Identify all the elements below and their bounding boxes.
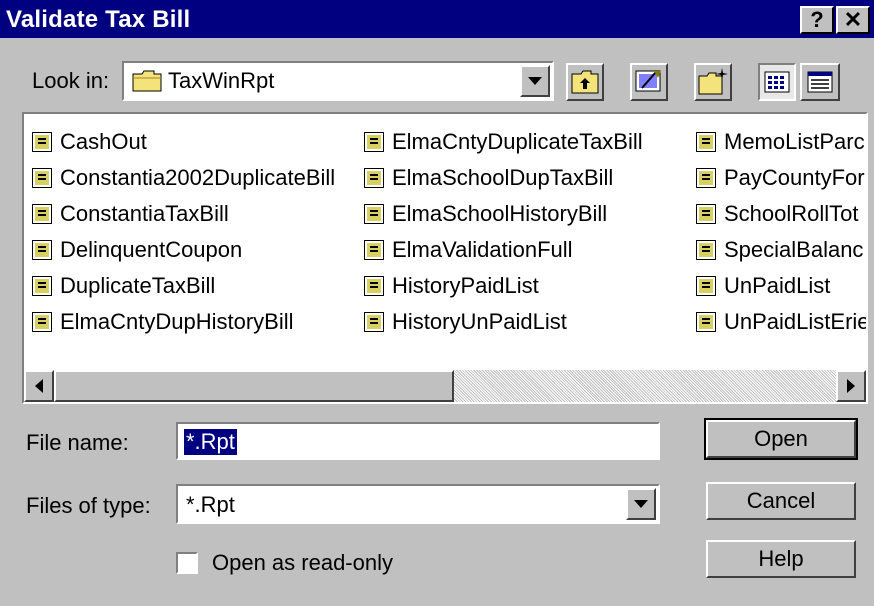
report-file-icon: [696, 240, 716, 260]
list-item[interactable]: ElmaValidationFull: [364, 232, 643, 268]
desktop-button[interactable]: [630, 63, 668, 101]
report-file-icon: [32, 132, 52, 152]
new-folder-button[interactable]: [694, 63, 732, 101]
read-only-label: Open as read-only: [212, 550, 393, 575]
read-only-checkbox[interactable]: [176, 552, 198, 574]
list-item[interactable]: SpecialBalanc: [696, 232, 866, 268]
file-column-3: MemoListParc PayCountyFor SchoolRollTot …: [696, 124, 866, 340]
list-item[interactable]: ElmaSchoolDupTaxBill: [364, 160, 643, 196]
report-file-icon: [696, 204, 716, 224]
horizontal-scrollbar[interactable]: [24, 370, 866, 402]
up-one-level-button[interactable]: [566, 63, 604, 101]
report-file-icon: [364, 240, 384, 260]
open-button[interactable]: Open: [704, 418, 858, 460]
scroll-thumb[interactable]: [54, 370, 454, 402]
list-item[interactable]: Constantia2002DuplicateBill: [32, 160, 335, 196]
help-title-button[interactable]: ?: [800, 6, 834, 34]
report-file-icon: [32, 240, 52, 260]
report-file-icon: [32, 204, 52, 224]
scroll-right-button[interactable]: [836, 370, 866, 402]
look-in-label: Look in:: [32, 68, 110, 93]
open-button-label: Open: [754, 426, 808, 451]
list-item[interactable]: UnPaidList: [696, 268, 866, 304]
list-item[interactable]: SchoolRollTot: [696, 196, 866, 232]
list-item[interactable]: HistoryPaidList: [364, 268, 643, 304]
report-file-icon: [696, 132, 716, 152]
details-view-button[interactable]: [800, 63, 840, 101]
list-item[interactable]: ElmaSchoolHistoryBill: [364, 196, 643, 232]
list-item[interactable]: CashOut: [32, 124, 335, 160]
files-of-type-value: *.Rpt: [186, 492, 235, 517]
files-of-type-label: Files of type:: [26, 493, 151, 518]
report-file-icon: [364, 276, 384, 296]
list-item[interactable]: MemoListParc: [696, 124, 866, 160]
file-name-value: *.Rpt: [184, 429, 237, 455]
file-column-1: CashOut Constantia2002DuplicateBill Cons…: [32, 124, 335, 340]
report-file-icon: [364, 168, 384, 188]
title-bar: Validate Tax Bill ? ✕: [0, 0, 874, 38]
list-item[interactable]: UnPaidListErie: [696, 304, 866, 340]
file-column-2: ElmaCntyDuplicateTaxBill ElmaSchoolDupTa…: [364, 124, 643, 340]
report-file-icon: [696, 276, 716, 296]
scroll-left-button[interactable]: [24, 370, 54, 402]
folder-icon: [132, 70, 162, 92]
report-file-icon: [32, 276, 52, 296]
help-button[interactable]: Help: [706, 540, 856, 578]
question-mark-icon: ?: [810, 7, 824, 32]
list-item[interactable]: ElmaCntyDuplicateTaxBill: [364, 124, 643, 160]
close-icon: ✕: [843, 7, 863, 32]
report-file-icon: [364, 312, 384, 332]
details-view-icon: [807, 71, 833, 93]
new-folder-icon: [698, 68, 728, 95]
help-button-label: Help: [758, 546, 804, 571]
report-file-icon: [364, 132, 384, 152]
dialog-title: Validate Tax Bill: [6, 6, 191, 33]
cancel-button-label: Cancel: [746, 488, 816, 513]
cancel-button[interactable]: Cancel: [706, 482, 856, 520]
file-name-label: File name:: [26, 430, 129, 455]
list-item[interactable]: HistoryUnPaidList: [364, 304, 643, 340]
list-item[interactable]: PayCountyFor: [696, 160, 866, 196]
look-in-value: TaxWinRpt: [168, 68, 275, 93]
report-file-icon: [32, 168, 52, 188]
list-item[interactable]: ConstantiaTaxBill: [32, 196, 335, 232]
files-of-type-dropdown-button[interactable]: [626, 488, 656, 520]
arrow-left-icon: [35, 379, 43, 393]
look-in-dropdown-button[interactable]: [520, 65, 550, 97]
report-file-icon: [364, 204, 384, 224]
files-of-type-dropdown[interactable]: *.Rpt: [176, 484, 660, 524]
report-file-icon: [696, 168, 716, 188]
file-list[interactable]: CashOut Constantia2002DuplicateBill Cons…: [22, 112, 868, 404]
look-in-dropdown[interactable]: TaxWinRpt: [122, 61, 554, 101]
arrow-right-icon: [847, 379, 855, 393]
list-item[interactable]: ElmaCntyDupHistoryBill: [32, 304, 335, 340]
report-file-icon: [32, 312, 52, 332]
list-item[interactable]: DelinquentCoupon: [32, 232, 335, 268]
up-one-level-icon: [571, 70, 599, 94]
read-only-option[interactable]: Open as read-only: [176, 550, 393, 576]
report-file-icon: [696, 312, 716, 332]
list-view-icon: [764, 71, 790, 93]
list-item[interactable]: DuplicateTaxBill: [32, 268, 335, 304]
chevron-down-icon: [634, 500, 648, 508]
list-view-button[interactable]: [758, 63, 796, 101]
close-button[interactable]: ✕: [836, 6, 870, 34]
chevron-down-icon: [528, 77, 542, 85]
desktop-icon: [635, 70, 661, 92]
file-name-input[interactable]: *.Rpt: [176, 422, 660, 460]
